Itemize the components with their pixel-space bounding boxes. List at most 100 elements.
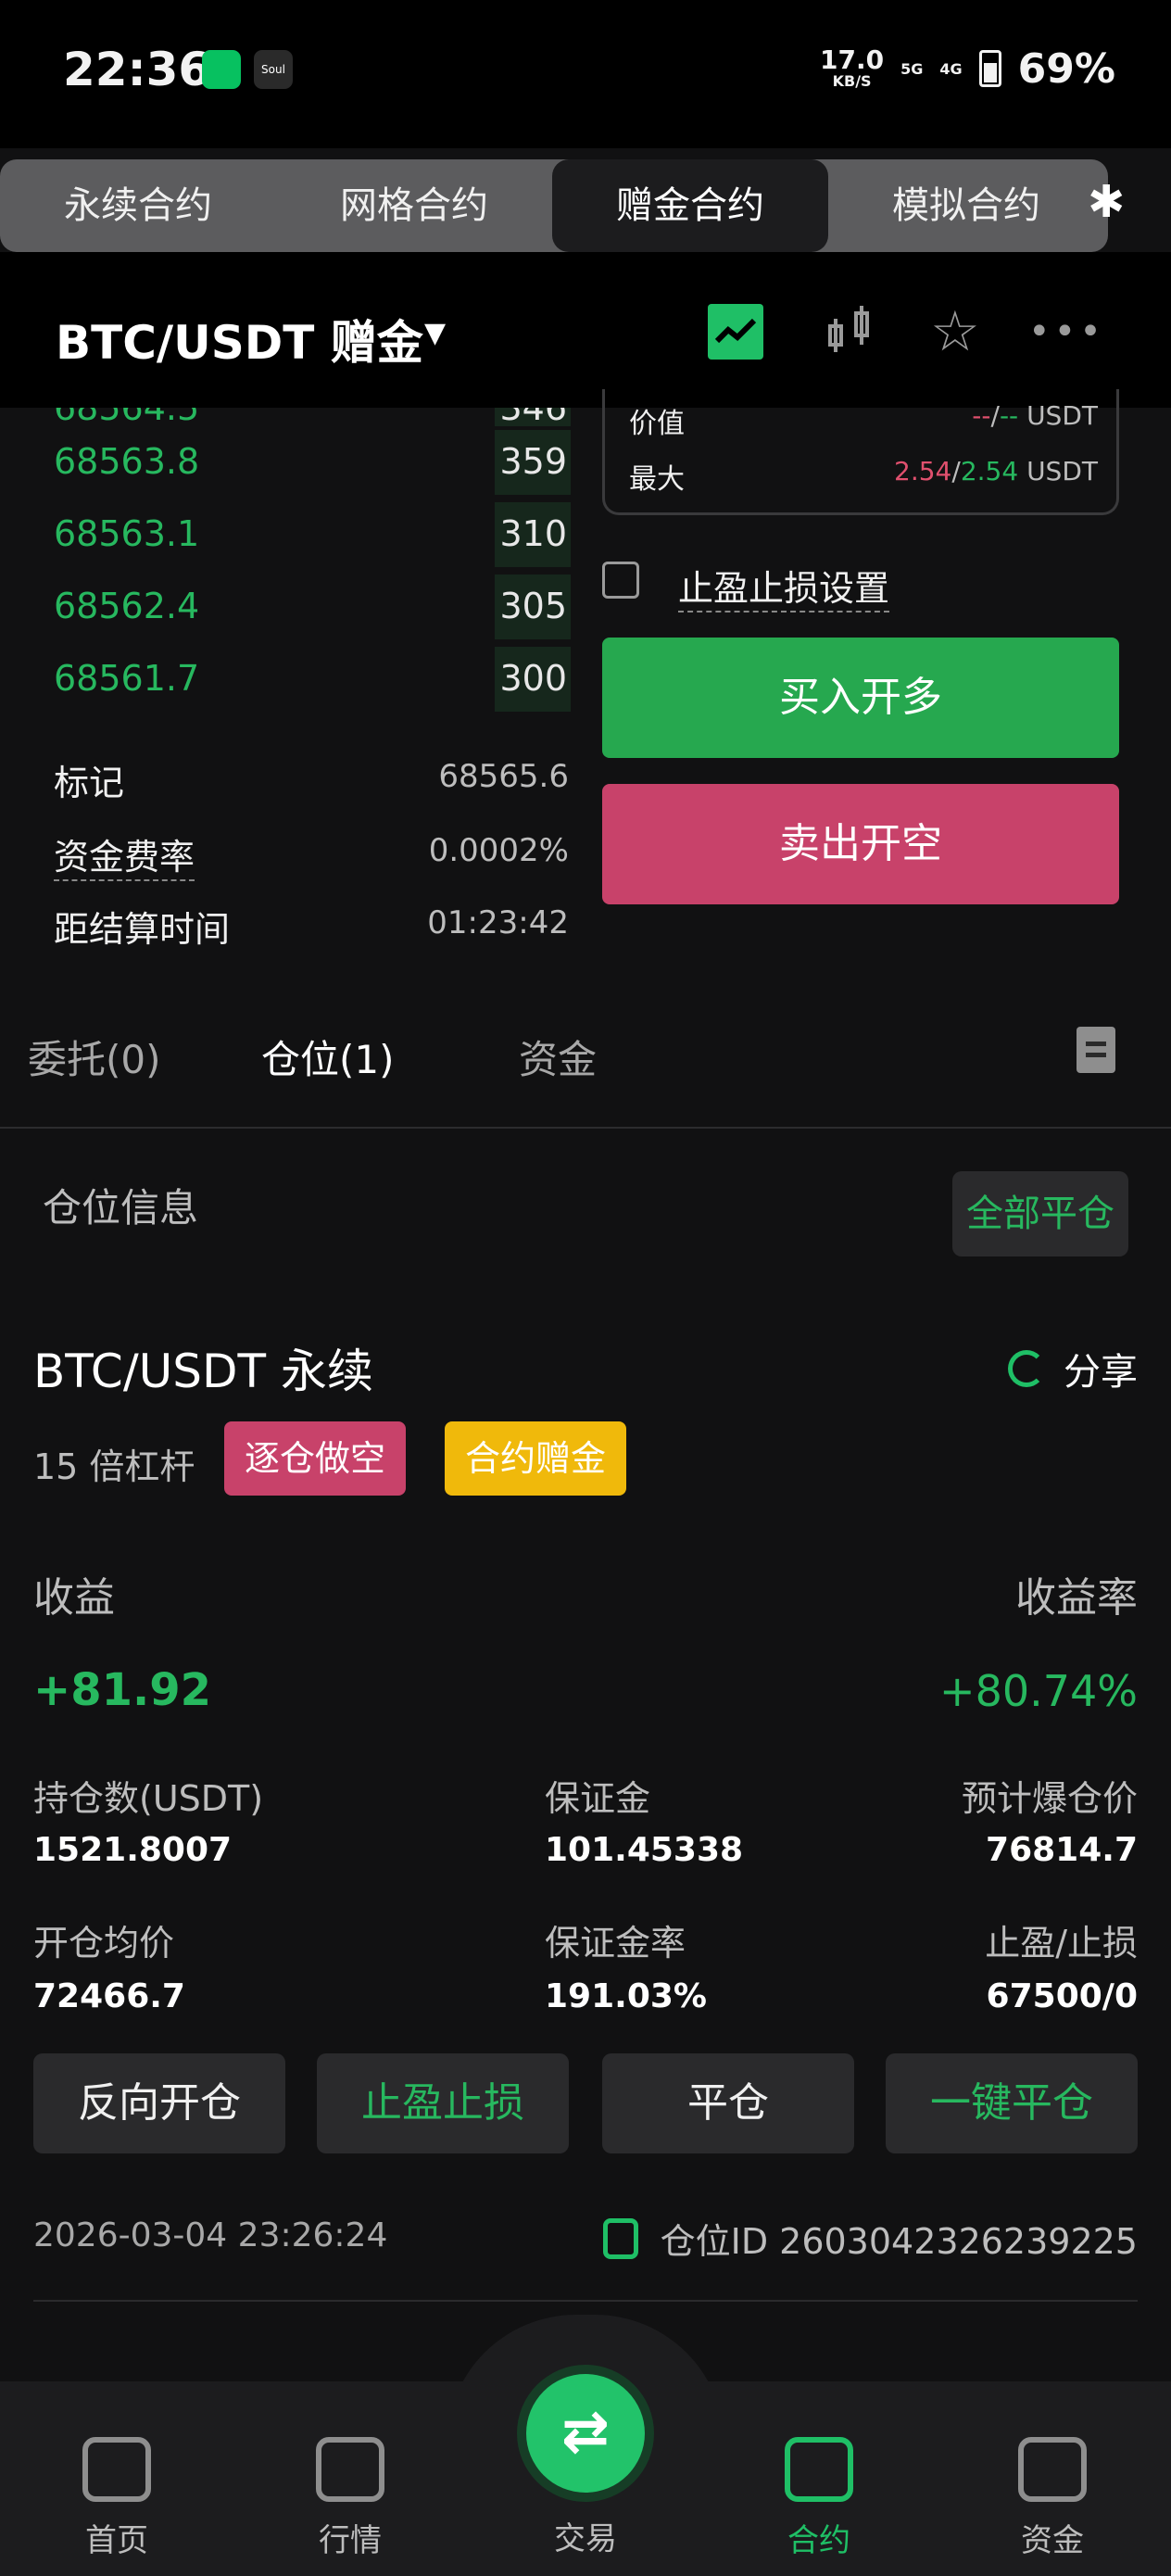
battery-percent: 69%	[1017, 44, 1115, 93]
one-click-close-button[interactable]: 一键平仓	[886, 2053, 1138, 2153]
status-time: 22:36	[63, 43, 211, 96]
order-book-row[interactable]: 68563.8 359	[0, 426, 584, 499]
entry-price-value: 72466.7	[33, 1977, 185, 2015]
book-price: 68564.5	[54, 408, 199, 426]
settle-time-label: 距结算时间	[54, 909, 231, 950]
position-pair: BTC/USDT 永续	[33, 1345, 373, 1398]
liq-price-label: 预计爆仓价	[961, 1778, 1138, 1819]
position-id-text: 仓位ID 2603042326239225	[660, 2221, 1138, 2262]
contract-type-tabs: 永续合约 网格合约 赠金合约 模拟合约	[0, 159, 1108, 252]
sell-short-button[interactable]: 卖出开空	[602, 784, 1119, 904]
book-qty: 300	[499, 658, 567, 699]
nav-contract[interactable]: 合约	[745, 2437, 893, 2560]
margin-ratio-label: 保证金率	[545, 1923, 686, 1964]
settle-time-value: 01:23:42	[427, 904, 569, 941]
document-icon[interactable]	[1077, 1027, 1115, 1073]
order-book-row[interactable]: 68562.4 305	[0, 571, 584, 643]
position-date: 2026-03-04 23:26:24	[33, 2216, 388, 2254]
value-a: --	[972, 400, 991, 431]
book-price: 68561.7	[54, 658, 200, 699]
home-icon	[82, 2437, 151, 2502]
share-button[interactable]: 分享	[1008, 1342, 1138, 1395]
chevron-down-icon[interactable]: ▼	[424, 317, 446, 349]
value-label: 价值	[629, 408, 685, 440]
value-b: --	[999, 400, 1019, 431]
soul-app-icon: Soul	[254, 50, 293, 89]
star-icon[interactable]: ☆	[930, 304, 986, 360]
copy-icon[interactable]	[602, 2217, 638, 2259]
max-unit: USDT	[1026, 456, 1098, 486]
value-unit: USDT	[1026, 400, 1098, 431]
book-price: 68563.8	[54, 441, 200, 482]
network-speed-value: 17.0	[820, 44, 885, 75]
order-book-row[interactable]: 68564.5 346	[0, 408, 584, 426]
tab-orders[interactable]: 委托(0)	[28, 1029, 161, 1085]
tab-bonus[interactable]: 赠金合约	[552, 159, 828, 252]
tab-funds[interactable]: 资金	[519, 1029, 597, 1085]
nav-funds[interactable]: 资金	[978, 2437, 1127, 2560]
status-bar: 22:36 Soul 17.0 KB/S 5G 4G 69%	[0, 0, 1171, 148]
battery-icon	[978, 50, 1001, 87]
value-amount: --/-- USDT	[972, 400, 1098, 431]
funding-rate-row[interactable]: 资金费率 0.0002%	[54, 819, 569, 881]
book-qty: 346	[499, 408, 567, 426]
reverse-open-button[interactable]: 反向开仓	[33, 2053, 285, 2153]
pair-header: BTC/USDT 赠金 ▼ ☆ •••	[0, 252, 1171, 408]
max-a: 2.54	[894, 456, 952, 486]
loading-spinner-icon: ✱	[1088, 176, 1126, 228]
tab-perpetual[interactable]: 永续合约	[0, 159, 276, 252]
nav-home[interactable]: 首页	[43, 2437, 191, 2560]
book-qty: 310	[499, 513, 567, 554]
tpsl-button[interactable]: 止盈止损	[317, 2053, 569, 2153]
market-icon	[316, 2437, 384, 2502]
pnl-value: +81.92	[33, 1664, 212, 1716]
margin-value: 101.45338	[545, 1831, 744, 1869]
max-label: 最大	[629, 463, 685, 496]
tpsl-value: 67500/0	[986, 1977, 1138, 2015]
nav-market[interactable]: 行情	[276, 2437, 424, 2560]
book-price: 68562.4	[54, 586, 200, 626]
nav-market-label: 行情	[319, 2522, 382, 2559]
order-value-row: 价值 --/-- USDT	[629, 400, 1098, 440]
order-max-row: 最大 2.54/2.54 USDT	[629, 456, 1098, 496]
tpsl-settings-label[interactable]: 止盈止损设置	[678, 560, 890, 612]
order-summary-box: 价值 --/-- USDT 最大 2.54/2.54 USDT	[602, 389, 1119, 515]
share-label: 分享	[1064, 1351, 1138, 1394]
nav-trade-label[interactable]: 交易	[511, 2513, 660, 2558]
divider	[33, 2300, 1138, 2302]
tab-grid[interactable]: 网格合约	[276, 159, 552, 252]
trade-swap-icon[interactable]: ⇄	[526, 2374, 645, 2493]
share-icon	[1008, 1350, 1045, 1387]
status-right: 17.0 KB/S 5G 4G 69%	[820, 41, 1115, 96]
margin-ratio-value: 191.03%	[545, 1977, 707, 2015]
close-all-button[interactable]: 全部平仓	[952, 1171, 1128, 1256]
order-book-row[interactable]: 68563.1 310	[0, 499, 584, 571]
buy-long-button[interactable]: 买入开多	[602, 638, 1119, 758]
line-chart-icon[interactable]	[708, 304, 763, 360]
nav-contract-label: 合约	[787, 2522, 850, 2559]
order-book: 68564.5 346 68563.8 359 68563.1 310 6856…	[0, 408, 584, 715]
close-position-button[interactable]: 平仓	[602, 2053, 854, 2153]
pnl-rate-value: +80.74%	[939, 1666, 1138, 1716]
more-icon[interactable]: •••	[1028, 304, 1112, 360]
tpsl-label: 止盈/止损	[985, 1923, 1138, 1964]
nav-funds-label: 资金	[1021, 2522, 1084, 2559]
margin-label: 保证金	[545, 1778, 651, 1819]
pnl-rate-label: 收益率	[1015, 1574, 1138, 1622]
entry-price-label: 开仓均价	[33, 1923, 175, 1964]
tab-positions[interactable]: 仓位(1)	[261, 1029, 395, 1085]
candlestick-icon[interactable]	[823, 304, 878, 360]
order-book-row[interactable]: 68561.7 300	[0, 643, 584, 715]
mark-price-row: 标记 68565.6	[54, 745, 569, 803]
size-value: 1521.8007	[33, 1831, 233, 1869]
size-label: 持仓数(USDT)	[33, 1778, 264, 1819]
settle-time-row: 距结算时间 01:23:42	[54, 891, 569, 950]
tab-demo[interactable]: 模拟合约	[828, 159, 1104, 252]
wechat-icon	[202, 50, 241, 89]
funding-rate-label[interactable]: 资金费率	[54, 828, 195, 881]
tpsl-checkbox[interactable]	[602, 562, 639, 599]
signal-5g-icon: 5G	[900, 59, 924, 78]
position-id[interactable]: 仓位ID 2603042326239225	[602, 2213, 1138, 2264]
pair-title[interactable]: BTC/USDT 赠金	[56, 306, 423, 373]
nav-home-label: 首页	[85, 2522, 148, 2559]
